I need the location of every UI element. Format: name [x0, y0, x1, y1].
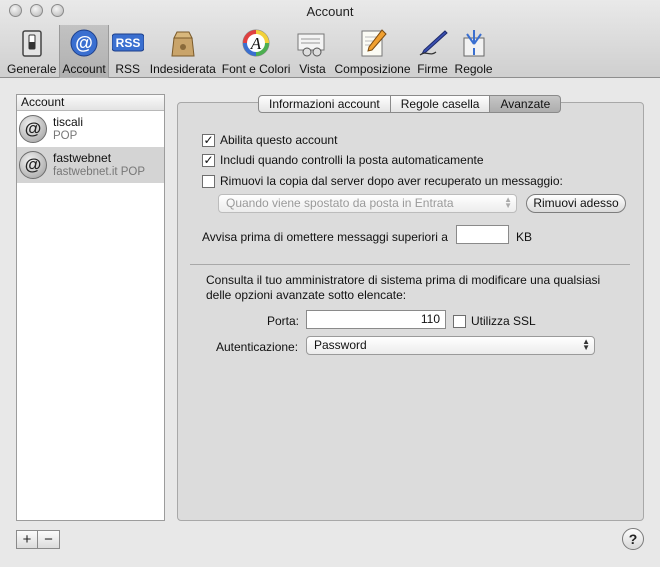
compose-pencil-icon — [357, 27, 389, 59]
help-button[interactable]: ? — [622, 528, 644, 550]
toolbar-regole[interactable]: Regole — [452, 25, 496, 78]
toolbar-label: RSS — [115, 62, 141, 76]
tab-avanzate[interactable]: Avanzate — [490, 95, 562, 113]
preferences-window: Account Generale @ Account RSS RSS Indes… — [0, 0, 660, 567]
auth-value: Password — [314, 338, 367, 352]
toolbar-label: Vista — [299, 62, 326, 76]
account-type: fastwebnet.it POP — [53, 166, 146, 178]
add-account-button[interactable]: + — [16, 530, 38, 549]
account-item-tiscali[interactable]: @ tiscali POP — [17, 111, 164, 147]
signature-pen-icon — [417, 27, 449, 59]
rss-icon: RSS — [111, 27, 144, 59]
toolbar-font-colori[interactable]: A Font e Colori — [219, 25, 294, 78]
toolbar-label: Firme — [417, 62, 448, 76]
rss-badge-text: RSS — [115, 36, 140, 50]
admin-note: Consulta il tuo amministratore di sistem… — [206, 273, 601, 302]
port-input[interactable]: 110 — [306, 310, 446, 329]
toolbar-label: Regole — [454, 62, 493, 76]
warn-size-input[interactable] — [456, 225, 509, 244]
warn-size-unit: KB — [516, 230, 533, 244]
enable-account-label: Abilita questo account — [220, 133, 338, 147]
toolbar-indesiderata[interactable]: Indesiderata — [147, 25, 219, 78]
at-sign-icon: @ — [19, 151, 47, 179]
at-sign-icon: @ — [68, 27, 100, 59]
include-auto-check-checkbox[interactable]: ✓ — [202, 153, 215, 167]
font-color-icon: A — [240, 27, 272, 59]
tab-regole-casella[interactable]: Regole casella — [390, 95, 491, 113]
port-label: Porta: — [267, 314, 300, 328]
view-icon — [296, 27, 328, 59]
account-item-fastwebnet[interactable]: @ fastwebnet fastwebnet.it POP — [17, 147, 164, 183]
switch-icon — [16, 27, 48, 59]
toolbar-account[interactable]: @ Account — [59, 25, 109, 78]
remove-now-button[interactable]: Rimuovi adesso — [526, 194, 626, 213]
junk-bag-icon — [167, 27, 199, 59]
include-auto-check-row: ✓ Includi quando controlli la posta auto… — [202, 153, 484, 167]
account-list: Account @ tiscali POP @ fastwebnet fastw… — [16, 94, 165, 521]
toolbar-label: Font e Colori — [221, 62, 291, 76]
title-bar: Account Generale @ Account RSS RSS Indes… — [0, 0, 660, 78]
auth-label: Autenticazione: — [216, 340, 299, 354]
toolbar-label: Composizione — [334, 62, 411, 76]
toolbar-rss[interactable]: RSS RSS — [109, 25, 147, 78]
include-auto-check-label: Includi quando controlli la posta automa… — [220, 153, 484, 167]
at-sign-icon: @ — [19, 115, 47, 143]
window-title: Account — [306, 4, 354, 19]
warn-size-label: Avvisa prima di omettere messaggi superi… — [202, 230, 448, 244]
remove-when-value: Quando viene spostato da posta in Entrat… — [226, 196, 454, 210]
remove-when-select[interactable]: Quando viene spostato da posta in Entrat… — [218, 194, 517, 213]
enable-account-checkbox[interactable]: ✓ — [202, 133, 215, 147]
auth-select[interactable]: Password ▲ ▼ — [306, 336, 595, 355]
rules-icon — [458, 27, 490, 59]
select-arrows-icon: ▲ ▼ — [504, 195, 512, 210]
divider — [190, 264, 630, 265]
tab-informazioni-account[interactable]: Informazioni account — [258, 95, 391, 113]
account-list-header: Account — [17, 95, 164, 111]
remove-account-button[interactable]: − — [38, 530, 60, 549]
remove-copy-row: Rimuovi la copia dal server dopo aver re… — [202, 174, 563, 188]
toolbar-generale[interactable]: Generale — [4, 25, 59, 78]
select-arrows-icon: ▲ ▼ — [582, 337, 590, 352]
toolbar-label: Generale — [7, 62, 57, 76]
settings-tabs: Informazioni account Regole casella Avan… — [258, 95, 562, 113]
ssl-checkbox[interactable] — [453, 314, 466, 328]
remove-copy-checkbox[interactable] — [202, 174, 215, 188]
preferences-toolbar: Generale @ Account RSS RSS Indesiderata … — [4, 25, 496, 78]
ssl-row: Utilizza SSL — [453, 314, 536, 328]
enable-account-row: ✓ Abilita questo account — [202, 133, 337, 147]
toolbar-firme[interactable]: Firme — [414, 25, 452, 78]
toolbar-vista[interactable]: Vista — [293, 25, 331, 78]
toolbar-label: Account — [62, 62, 106, 76]
toolbar-label: Indesiderata — [149, 62, 216, 76]
svg-text:A: A — [250, 34, 262, 53]
account-name: tiscali — [53, 115, 84, 129]
ssl-label: Utilizza SSL — [471, 314, 536, 328]
account-type: POP — [53, 130, 78, 142]
svg-text:@: @ — [75, 33, 93, 53]
account-name: fastwebnet — [53, 151, 112, 165]
toolbar-composizione[interactable]: Composizione — [331, 25, 413, 78]
remove-copy-label: Rimuovi la copia dal server dopo aver re… — [220, 174, 563, 188]
account-add-remove: + − — [16, 530, 60, 549]
